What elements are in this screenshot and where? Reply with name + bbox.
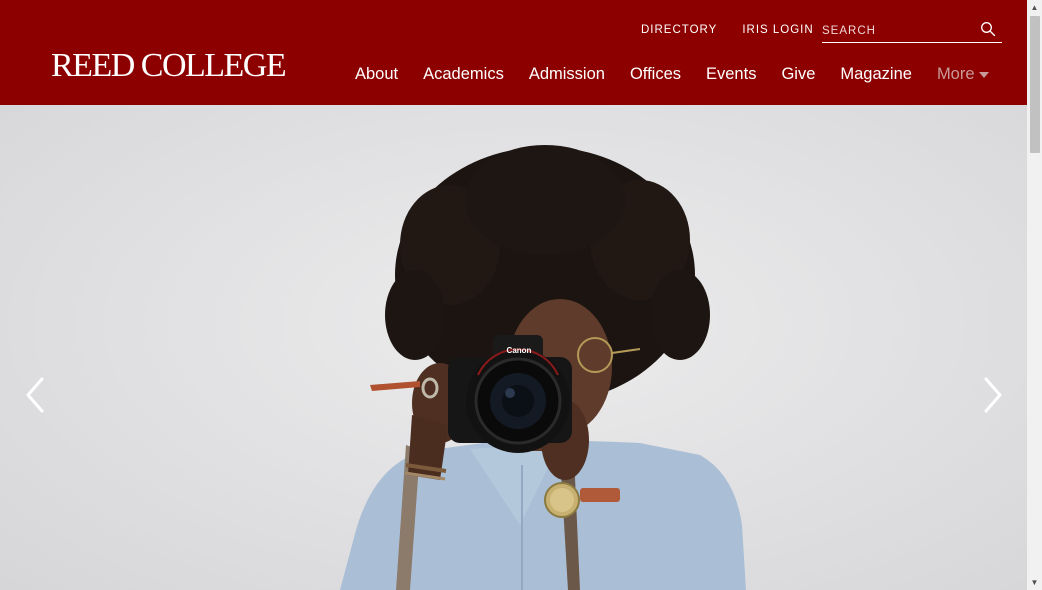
camera-brand-label: Canon [507,346,532,355]
hero-carousel: Canon [0,105,1027,590]
nav-about[interactable]: About [355,64,398,84]
search-input[interactable] [822,22,972,40]
nav-magazine[interactable]: Magazine [840,64,912,84]
scroll-down-arrow-icon[interactable]: ▼ [1027,575,1042,590]
nav-offices[interactable]: Offices [630,64,681,84]
scrollbar-thumb[interactable] [1030,16,1040,153]
search-icon[interactable] [980,21,996,37]
caret-down-icon [978,71,989,78]
utility-nav: DIRECTORY IRIS LOGIN [641,23,814,37]
hero-photo: Canon [340,145,746,590]
directory-link[interactable]: DIRECTORY [641,23,717,37]
viewport: REED COLLEGE DIRECTORY IRIS LOGIN About … [0,0,1027,590]
page: REED COLLEGE DIRECTORY IRIS LOGIN About … [0,0,1042,590]
nav-admission[interactable]: Admission [529,64,605,84]
scroll-up-arrow-icon[interactable]: ▲ [1027,0,1042,15]
nav-more[interactable]: More [937,64,989,84]
site-logo[interactable]: REED COLLEGE [51,48,287,84]
site-header: REED COLLEGE DIRECTORY IRIS LOGIN About … [0,0,1027,105]
search-box [822,20,1002,43]
nav-academics[interactable]: Academics [423,64,504,84]
nav-events[interactable]: Events [706,64,756,84]
vertical-scrollbar[interactable]: ▲ ▼ [1027,0,1042,590]
nav-give[interactable]: Give [781,64,815,84]
iris-login-link[interactable]: IRIS LOGIN [742,23,813,37]
chevron-left-icon[interactable] [24,375,48,415]
nav-more-label: More [936,65,975,83]
main-nav: About Academics Admission Offices Events… [355,64,989,84]
chevron-right-icon[interactable] [980,375,1004,415]
